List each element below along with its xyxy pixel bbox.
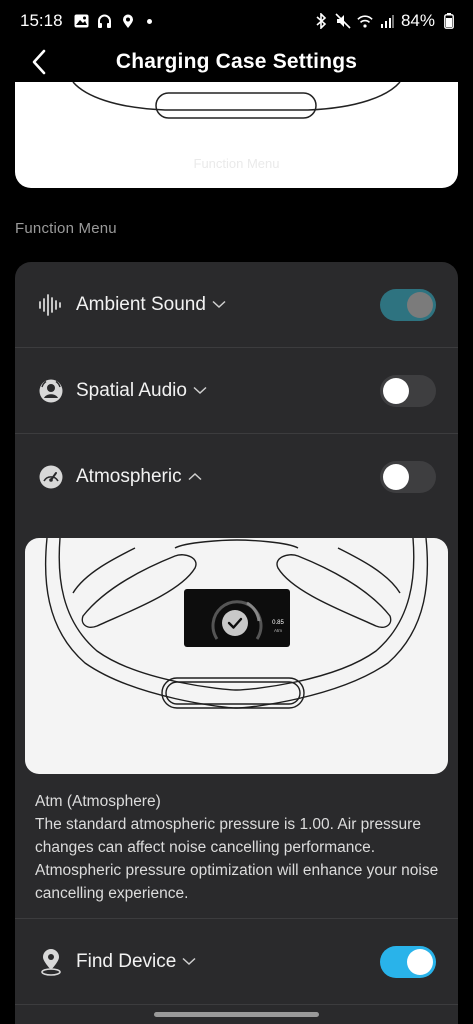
atmospheric-toggle[interactable] bbox=[380, 461, 436, 493]
headphones-icon bbox=[97, 13, 113, 29]
status-time: 15:18 bbox=[20, 11, 63, 30]
preview-label: Function Menu bbox=[193, 156, 280, 171]
back-button[interactable] bbox=[24, 46, 54, 78]
function-label: Spatial Audio bbox=[76, 379, 187, 401]
row-divider bbox=[15, 1004, 458, 1005]
status-bar: 15:18 84% bbox=[0, 0, 473, 42]
mute-icon bbox=[335, 13, 351, 29]
chevron-up-icon[interactable] bbox=[188, 470, 202, 484]
notification-dot bbox=[146, 18, 152, 24]
chevron-down-icon[interactable] bbox=[193, 384, 207, 398]
sound-wave-icon bbox=[37, 291, 65, 319]
chevron-left-icon bbox=[32, 49, 46, 75]
battery-percent: 84% bbox=[400, 11, 435, 30]
atmospheric-illustration: 0.85 Atm bbox=[25, 538, 448, 774]
page-title: Charging Case Settings bbox=[115, 50, 358, 73]
ambient-sound-toggle[interactable] bbox=[380, 289, 436, 321]
function-label: Find Device bbox=[76, 950, 177, 972]
location-icon bbox=[120, 13, 136, 29]
function-row-atmospheric[interactable]: Atmospheric bbox=[15, 434, 458, 519]
chevron-down-icon[interactable] bbox=[182, 955, 196, 969]
app-header: Charging Case Settings bbox=[0, 42, 473, 82]
atmospheric-description: Atm (Atmosphere) The standard atmospheri… bbox=[35, 793, 439, 902]
function-label: Atmospheric bbox=[76, 465, 182, 487]
home-indicator[interactable] bbox=[154, 1012, 319, 1017]
location-pin-icon bbox=[37, 948, 65, 976]
function-menu-card: Ambient Sound Spatial Audio Atmospheric … bbox=[15, 262, 458, 1024]
signal-icon bbox=[379, 13, 395, 29]
screen-value: 0.85 bbox=[272, 620, 284, 626]
battery-icon bbox=[441, 13, 457, 29]
function-label: Ambient Sound bbox=[76, 293, 206, 315]
chevron-down-icon[interactable] bbox=[212, 298, 226, 312]
function-row-spatial-audio[interactable]: Spatial Audio bbox=[15, 348, 458, 433]
spatial-audio-icon bbox=[37, 377, 65, 405]
wifi-icon bbox=[357, 13, 373, 29]
gauge-icon bbox=[37, 463, 65, 491]
case-preview-card bbox=[15, 82, 458, 188]
function-row-find-device[interactable]: Find Device bbox=[15, 919, 458, 1004]
spatial-audio-toggle[interactable] bbox=[380, 375, 436, 407]
function-row-ambient-sound[interactable]: Ambient Sound bbox=[15, 262, 458, 347]
gallery-icon bbox=[74, 13, 90, 29]
bluetooth-icon bbox=[313, 13, 329, 29]
charging-case-illustration bbox=[72, 82, 401, 119]
section-title: Function Menu bbox=[15, 220, 117, 237]
find-device-toggle[interactable] bbox=[380, 946, 436, 978]
screen-unit: Atm bbox=[274, 628, 282, 633]
